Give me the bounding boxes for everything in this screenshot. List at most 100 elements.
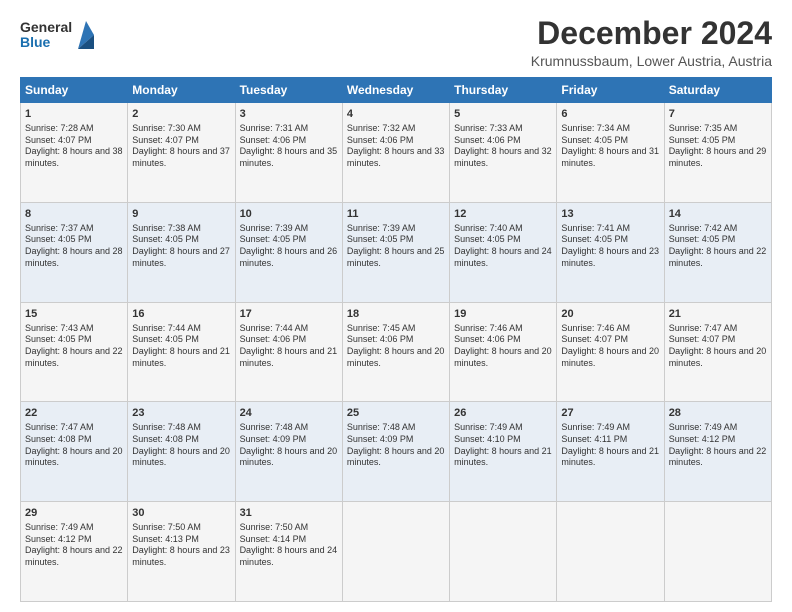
col-header-thursday: Thursday [450,78,557,103]
calendar-cell: 21Sunrise: 7:47 AMSunset: 4:07 PMDayligh… [664,302,771,402]
day-info: Sunrise: 7:44 AMSunset: 4:05 PMDaylight:… [132,323,230,370]
col-header-sunday: Sunday [21,78,128,103]
day-number: 29 [25,506,123,521]
location: Krumnussbaum, Lower Austria, Austria [531,53,772,69]
day-number: 26 [454,406,552,421]
calendar-cell: 4Sunrise: 7:32 AMSunset: 4:06 PMDaylight… [342,103,449,203]
logo-blue: Blue [20,34,50,50]
day-info: Sunrise: 7:35 AMSunset: 4:05 PMDaylight:… [669,123,767,170]
calendar-cell: 30Sunrise: 7:50 AMSunset: 4:13 PMDayligh… [128,502,235,602]
day-number: 13 [561,207,659,222]
day-number: 8 [25,207,123,222]
day-info: Sunrise: 7:39 AMSunset: 4:05 PMDaylight:… [347,223,445,270]
col-header-monday: Monday [128,78,235,103]
calendar-cell: 9Sunrise: 7:38 AMSunset: 4:05 PMDaylight… [128,202,235,302]
day-info: Sunrise: 7:50 AMSunset: 4:13 PMDaylight:… [132,522,230,569]
week-row-2: 15Sunrise: 7:43 AMSunset: 4:05 PMDayligh… [21,302,772,402]
day-info: Sunrise: 7:48 AMSunset: 4:09 PMDaylight:… [240,422,338,469]
calendar-cell: 23Sunrise: 7:48 AMSunset: 4:08 PMDayligh… [128,402,235,502]
calendar-cell: 2Sunrise: 7:30 AMSunset: 4:07 PMDaylight… [128,103,235,203]
day-info: Sunrise: 7:34 AMSunset: 4:05 PMDaylight:… [561,123,659,170]
col-header-tuesday: Tuesday [235,78,342,103]
day-info: Sunrise: 7:48 AMSunset: 4:08 PMDaylight:… [132,422,230,469]
calendar-cell: 13Sunrise: 7:41 AMSunset: 4:05 PMDayligh… [557,202,664,302]
calendar-cell: 15Sunrise: 7:43 AMSunset: 4:05 PMDayligh… [21,302,128,402]
day-number: 30 [132,506,230,521]
calendar-cell [342,502,449,602]
calendar-cell: 6Sunrise: 7:34 AMSunset: 4:05 PMDaylight… [557,103,664,203]
day-number: 14 [669,207,767,222]
day-number: 7 [669,107,767,122]
calendar-cell: 8Sunrise: 7:37 AMSunset: 4:05 PMDaylight… [21,202,128,302]
day-info: Sunrise: 7:49 AMSunset: 4:11 PMDaylight:… [561,422,659,469]
calendar-cell: 7Sunrise: 7:35 AMSunset: 4:05 PMDaylight… [664,103,771,203]
day-number: 31 [240,506,338,521]
day-info: Sunrise: 7:31 AMSunset: 4:06 PMDaylight:… [240,123,338,170]
calendar-cell: 18Sunrise: 7:45 AMSunset: 4:06 PMDayligh… [342,302,449,402]
calendar-cell [664,502,771,602]
day-info: Sunrise: 7:45 AMSunset: 4:06 PMDaylight:… [347,323,445,370]
day-number: 4 [347,107,445,122]
day-number: 9 [132,207,230,222]
day-number: 6 [561,107,659,122]
day-number: 27 [561,406,659,421]
day-info: Sunrise: 7:47 AMSunset: 4:07 PMDaylight:… [669,323,767,370]
day-info: Sunrise: 7:48 AMSunset: 4:09 PMDaylight:… [347,422,445,469]
day-info: Sunrise: 7:37 AMSunset: 4:05 PMDaylight:… [25,223,123,270]
calendar-cell: 16Sunrise: 7:44 AMSunset: 4:05 PMDayligh… [128,302,235,402]
calendar-cell: 17Sunrise: 7:44 AMSunset: 4:06 PMDayligh… [235,302,342,402]
day-info: Sunrise: 7:43 AMSunset: 4:05 PMDaylight:… [25,323,123,370]
day-number: 3 [240,107,338,122]
calendar-cell: 12Sunrise: 7:40 AMSunset: 4:05 PMDayligh… [450,202,557,302]
week-row-3: 22Sunrise: 7:47 AMSunset: 4:08 PMDayligh… [21,402,772,502]
week-row-4: 29Sunrise: 7:49 AMSunset: 4:12 PMDayligh… [21,502,772,602]
calendar-cell: 10Sunrise: 7:39 AMSunset: 4:05 PMDayligh… [235,202,342,302]
col-header-friday: Friday [557,78,664,103]
calendar-cell: 26Sunrise: 7:49 AMSunset: 4:10 PMDayligh… [450,402,557,502]
day-number: 15 [25,307,123,322]
calendar-cell: 29Sunrise: 7:49 AMSunset: 4:12 PMDayligh… [21,502,128,602]
week-row-1: 8Sunrise: 7:37 AMSunset: 4:05 PMDaylight… [21,202,772,302]
day-info: Sunrise: 7:47 AMSunset: 4:08 PMDaylight:… [25,422,123,469]
day-info: Sunrise: 7:46 AMSunset: 4:06 PMDaylight:… [454,323,552,370]
day-info: Sunrise: 7:44 AMSunset: 4:06 PMDaylight:… [240,323,338,370]
day-info: Sunrise: 7:49 AMSunset: 4:10 PMDaylight:… [454,422,552,469]
week-row-0: 1Sunrise: 7:28 AMSunset: 4:07 PMDaylight… [21,103,772,203]
day-number: 10 [240,207,338,222]
day-info: Sunrise: 7:30 AMSunset: 4:07 PMDaylight:… [132,123,230,170]
day-info: Sunrise: 7:41 AMSunset: 4:05 PMDaylight:… [561,223,659,270]
calendar-cell: 24Sunrise: 7:48 AMSunset: 4:09 PMDayligh… [235,402,342,502]
day-number: 1 [25,107,123,122]
logo: General Blue [20,20,96,51]
day-info: Sunrise: 7:49 AMSunset: 4:12 PMDaylight:… [25,522,123,569]
calendar-cell: 19Sunrise: 7:46 AMSunset: 4:06 PMDayligh… [450,302,557,402]
day-number: 18 [347,307,445,322]
day-number: 23 [132,406,230,421]
day-number: 17 [240,307,338,322]
calendar-cell: 31Sunrise: 7:50 AMSunset: 4:14 PMDayligh… [235,502,342,602]
calendar-cell [557,502,664,602]
day-info: Sunrise: 7:46 AMSunset: 4:07 PMDaylight:… [561,323,659,370]
month-title: December 2024 [531,16,772,51]
calendar-cell [450,502,557,602]
day-number: 21 [669,307,767,322]
day-number: 25 [347,406,445,421]
logo-icon [76,21,96,49]
day-info: Sunrise: 7:33 AMSunset: 4:06 PMDaylight:… [454,123,552,170]
day-number: 28 [669,406,767,421]
day-number: 19 [454,307,552,322]
day-info: Sunrise: 7:50 AMSunset: 4:14 PMDaylight:… [240,522,338,569]
day-number: 2 [132,107,230,122]
calendar-cell: 20Sunrise: 7:46 AMSunset: 4:07 PMDayligh… [557,302,664,402]
day-number: 24 [240,406,338,421]
calendar-cell: 28Sunrise: 7:49 AMSunset: 4:12 PMDayligh… [664,402,771,502]
calendar-cell: 1Sunrise: 7:28 AMSunset: 4:07 PMDaylight… [21,103,128,203]
day-info: Sunrise: 7:38 AMSunset: 4:05 PMDaylight:… [132,223,230,270]
day-number: 22 [25,406,123,421]
day-number: 11 [347,207,445,222]
header-row: SundayMondayTuesdayWednesdayThursdayFrid… [21,78,772,103]
day-info: Sunrise: 7:40 AMSunset: 4:05 PMDaylight:… [454,223,552,270]
col-header-saturday: Saturday [664,78,771,103]
day-number: 20 [561,307,659,322]
calendar-cell: 22Sunrise: 7:47 AMSunset: 4:08 PMDayligh… [21,402,128,502]
